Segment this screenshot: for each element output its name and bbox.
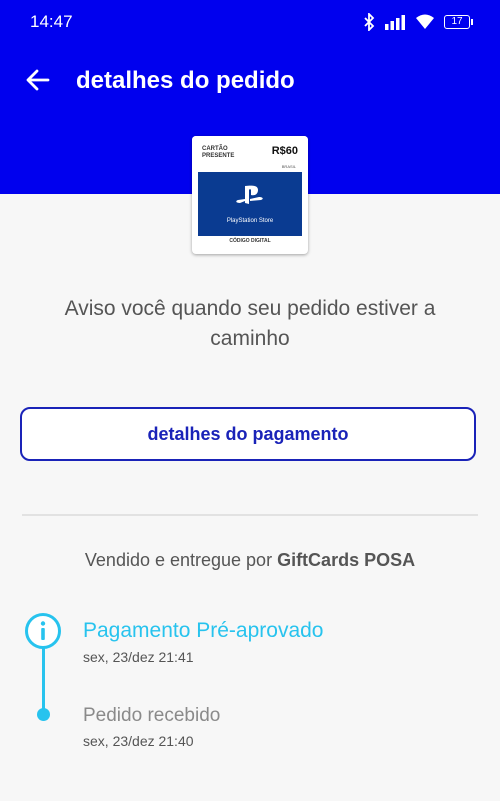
signal-icon xyxy=(385,15,405,30)
seller-name: GiftCards POSA xyxy=(277,550,416,570)
seller-prefix: Vendido e entregue por xyxy=(84,550,278,570)
playstation-logo-icon xyxy=(236,185,263,204)
card-region: BRASIL xyxy=(281,164,296,169)
info-icon xyxy=(25,613,61,649)
timeline-step-title: Pagamento Pré-aprovado xyxy=(83,619,324,642)
status-time: 14:47 xyxy=(30,12,73,31)
page-title: detalhes do pedido xyxy=(76,67,295,94)
wifi-icon xyxy=(416,14,434,29)
bluetooth-icon xyxy=(364,13,375,31)
card-top: CARTÃO PRESENTE R$60 BRASIL xyxy=(192,136,308,170)
card-artwork: PlayStation Store xyxy=(198,172,302,236)
card-price: R$60 xyxy=(271,145,298,157)
card-tag: CARTÃO PRESENTE xyxy=(202,146,235,159)
back-arrow-icon[interactable] xyxy=(22,64,54,96)
store-name: PlayStation Store xyxy=(226,218,274,224)
status-bar: 14:47 17 xyxy=(0,0,500,44)
payment-details-button[interactable]: detalhes do pagamento xyxy=(20,407,476,461)
divider xyxy=(22,514,478,516)
seller-info: Vendido e entregue por GiftCards POSA xyxy=(0,550,500,571)
battery-icon: 17 xyxy=(444,15,473,29)
timeline-step-title: Pedido recebido xyxy=(83,705,221,726)
timeline-step-date: sex, 23/dez 21:40 xyxy=(83,733,194,749)
status-icons: 17 xyxy=(363,12,473,32)
order-notice: Aviso você quando seu pedido estiver a c… xyxy=(64,297,436,350)
card-code-label: CÓDIGO DIGITAL xyxy=(220,236,280,246)
timeline-dot xyxy=(37,708,50,721)
timeline-line xyxy=(42,646,45,716)
timeline-step-date: sex, 23/dez 21:41 xyxy=(83,649,194,665)
product-card: CARTÃO PRESENTE R$60 BRASIL PlayStation … xyxy=(192,136,308,254)
